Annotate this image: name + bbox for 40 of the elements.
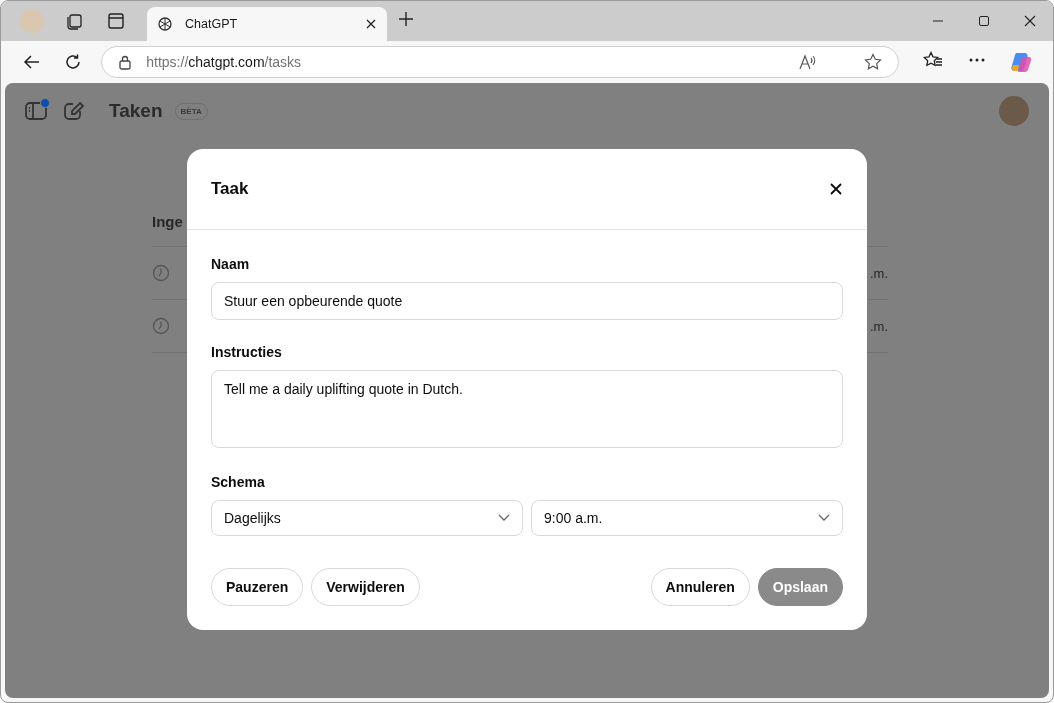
close-icon[interactable] [365,18,377,30]
task-time: .m. [869,318,888,334]
clock-icon [152,264,170,282]
star-icon[interactable] [864,53,882,71]
back-icon[interactable] [22,53,41,71]
chevron-down-icon [498,514,510,522]
lock-icon [118,54,133,70]
chevron-down-icon [818,514,830,522]
dialog-title: Taak [211,179,250,199]
action-button[interactable]: Pauzeren [211,568,304,606]
field-label: Schema [211,474,266,490]
workspaces-icon[interactable] [65,12,83,30]
textarea-field[interactable]: Tell me a daily uplifting quote in Dutch. [211,370,843,448]
read-aloud-icon[interactable] [798,53,818,71]
maximize-icon[interactable] [978,15,990,27]
page-title: Taken [109,100,163,122]
field-label: Instructies [211,344,283,360]
refresh-icon[interactable] [63,53,82,71]
section-heading: Inge [152,213,184,230]
action-button[interactable]: Verwijderen [311,568,420,606]
tab-title: ChatGPT [185,17,239,31]
copilot-icon[interactable] [1010,51,1032,73]
time-dropdown[interactable]: 9:00 a.m. [531,500,843,536]
browser-tab[interactable]: ChatGPT [147,7,387,41]
new-chat-icon[interactable] [63,101,85,121]
field-label: Naam [211,256,251,272]
action-button[interactable]: Annuleren [650,568,750,606]
tab-actions-icon[interactable] [107,12,125,30]
url-text: https://chatgpt.com/tasks [146,54,303,70]
task-time: .m. [869,265,888,281]
close-icon[interactable] [1024,15,1036,27]
favorites-icon[interactable] [923,51,943,69]
input-field[interactable]: Stuur een opbeurende quote [211,282,843,320]
sidebar-icon[interactable] [25,101,47,121]
new-tab-icon[interactable] [397,10,415,28]
close-icon[interactable] [829,182,843,196]
chatgpt-logo-icon [157,16,173,32]
address-bar[interactable]: https://chatgpt.com/tasks [101,46,899,78]
frequency-dropdown[interactable]: Dagelijks [211,500,523,536]
clock-icon [152,317,170,335]
